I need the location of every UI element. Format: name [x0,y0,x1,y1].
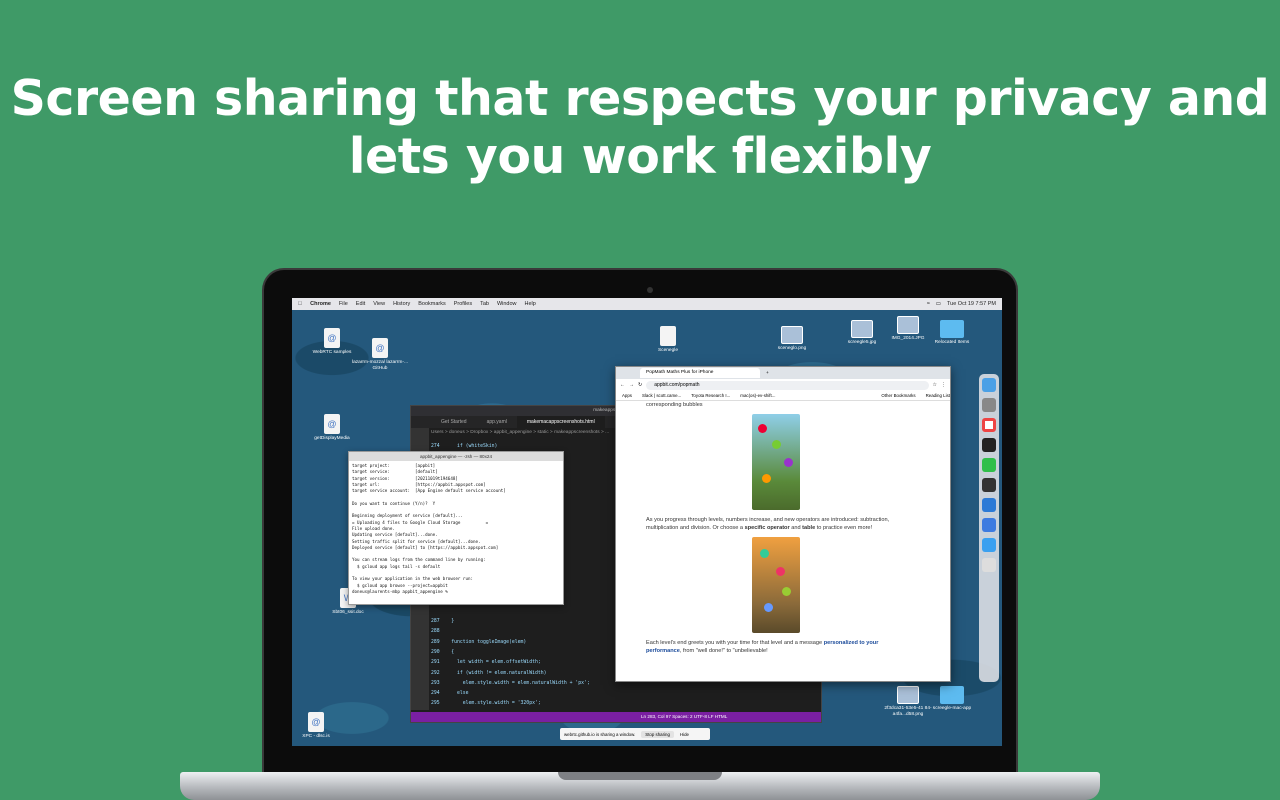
mac-menubar:  Chrome File Edit View History Bookmark… [292,298,1002,310]
image-icon [897,686,919,704]
menu-file[interactable]: File [339,301,348,307]
apple-icon[interactable]:  [298,301,302,307]
menu-window[interactable]: Window [497,301,517,307]
bookmark-apps[interactable]: Apps [622,391,632,400]
activity-icon[interactable] [982,478,996,492]
menubar-app-name[interactable]: Chrome [310,301,331,307]
chrome-icon[interactable] [982,418,996,432]
dock [979,374,999,682]
tab-html-file[interactable]: makemacappscreenshots.html [516,416,605,428]
browser-tabs: PopMath Maths Plus for iPhone + [616,367,950,379]
url-bar[interactable]: appbit.com/popmath [646,380,929,390]
terminal-window[interactable]: appbit_appengine — -zsh — 80x24 target p… [348,451,564,605]
xcode-icon[interactable] [982,518,996,532]
bookmark-reading-list[interactable]: Reading List [926,391,950,400]
bookmark-other[interactable]: Other Bookmarks [881,391,915,400]
menu-profiles[interactable]: Profiles [454,301,472,307]
menu-tab[interactable]: Tab [480,301,489,307]
laptop-screen:  Chrome File Edit View History Bookmark… [292,298,1002,746]
sharing-text: webrtc.github.io is sharing a window. [564,731,636,737]
browser-tab[interactable]: PopMath Maths Plus for iPhone [640,368,760,378]
bookmark-slack[interactable]: Slack | scott.came... [642,391,681,400]
page-top-text: corresponding bubbles [646,402,703,408]
image-icon [781,326,803,344]
menubar-clock[interactable]: Tue Oct 19 7:57 PM [947,301,996,307]
menu-icon[interactable]: ⋮ [941,382,946,388]
chrome-window[interactable]: PopMath Maths Plus for iPhone + ← → ↻ ap… [615,366,951,682]
folder-icon [940,320,964,338]
bookmark-mac[interactable]: mac(os)-ev-shift... [740,391,775,400]
back-icon[interactable]: ← [620,382,625,388]
laptop-notch [558,772,722,780]
tab-app-yaml[interactable]: app.yaml [477,416,517,428]
address-row: ← → ↻ appbit.com/popmath ☆ ⋮ [616,379,950,391]
document-icon: @ [324,328,340,348]
sharing-notification: webrtc.github.io is sharing a window. St… [560,728,710,740]
menu-history[interactable]: History [393,301,410,307]
app-screenshot-1 [752,413,800,510]
app-icon [660,326,676,346]
battery-icon[interactable]: ▭ [936,301,941,307]
headline-line-1: Screen sharing that respects your privac… [10,70,1270,127]
desktop-icon-github[interactable]: @ lazarrm-mozza/ lazarrm-... GitHub [350,338,410,372]
forward-icon[interactable]: → [629,382,634,388]
app-screenshot-2 [752,536,800,633]
menu-help[interactable]: Help [525,301,536,307]
settings-icon[interactable] [982,398,996,412]
status-bar[interactable]: Ln 283, Col 97 Spaces: 2 UTF-8 LF HTML [411,712,821,722]
hide-button[interactable]: Hide [680,732,689,737]
document-icon: @ [308,712,324,732]
star-icon[interactable]: ☆ [933,382,937,388]
tab-get-started[interactable]: Get Started [431,416,477,428]
desktop-icon-png[interactable]: sceneglo.png [762,326,822,352]
menu-edit[interactable]: Edit [356,301,365,307]
desktop-icon-xpc[interactable]: @ XPC - dlsc.is [292,712,346,740]
new-tab-icon[interactable]: + [766,371,769,376]
headline-line-2: lets you work flexibly [348,128,932,185]
whatsapp-icon[interactable] [982,458,996,472]
safari-icon[interactable] [982,538,996,552]
stop-sharing-button[interactable]: Stop sharing [641,730,674,738]
terminal-icon[interactable] [982,438,996,452]
menu-bookmarks[interactable]: Bookmarks [418,301,446,307]
preview-icon[interactable] [982,558,996,572]
folder-icon [940,686,964,704]
image-icon [897,316,919,334]
document-icon: @ [324,414,340,434]
desktop-icon-screegle-mac[interactable]: screegle-mac-app [922,686,982,712]
reload-icon[interactable]: ↻ [638,382,642,388]
terminal-output[interactable]: target project: [appbit] target service:… [349,461,563,605]
desktop-icon-getdisplaymedia[interactable]: @ getDisplayMedia [302,414,362,442]
headline: Screen sharing that respects your privac… [0,70,1280,186]
desktop-icon-relocated[interactable]: Relocated Items [922,320,982,346]
bookmarks-bar: Apps Slack | scott.came... Toyota Resear… [616,391,950,401]
bookmark-toyota[interactable]: Toyota Research I... [691,391,730,400]
desktop-icon-scenegle[interactable]: Scenegle [638,326,698,354]
image-icon [851,320,873,338]
camera-icon [647,287,653,293]
menu-view[interactable]: View [373,301,385,307]
terminal-title: appbit_appengine — -zsh — 80x24 [349,452,563,461]
wifi-icon[interactable]: ≈ [927,301,930,307]
paragraph-1: As you progress through levels, numbers … [646,516,890,532]
vscode-icon[interactable] [982,498,996,512]
document-icon: @ [372,338,388,358]
finder-icon[interactable] [982,378,996,392]
page-content: corresponding bubbles As you progress th… [616,401,946,681]
paragraph-2: Each level's end greets you with your ti… [646,639,879,655]
